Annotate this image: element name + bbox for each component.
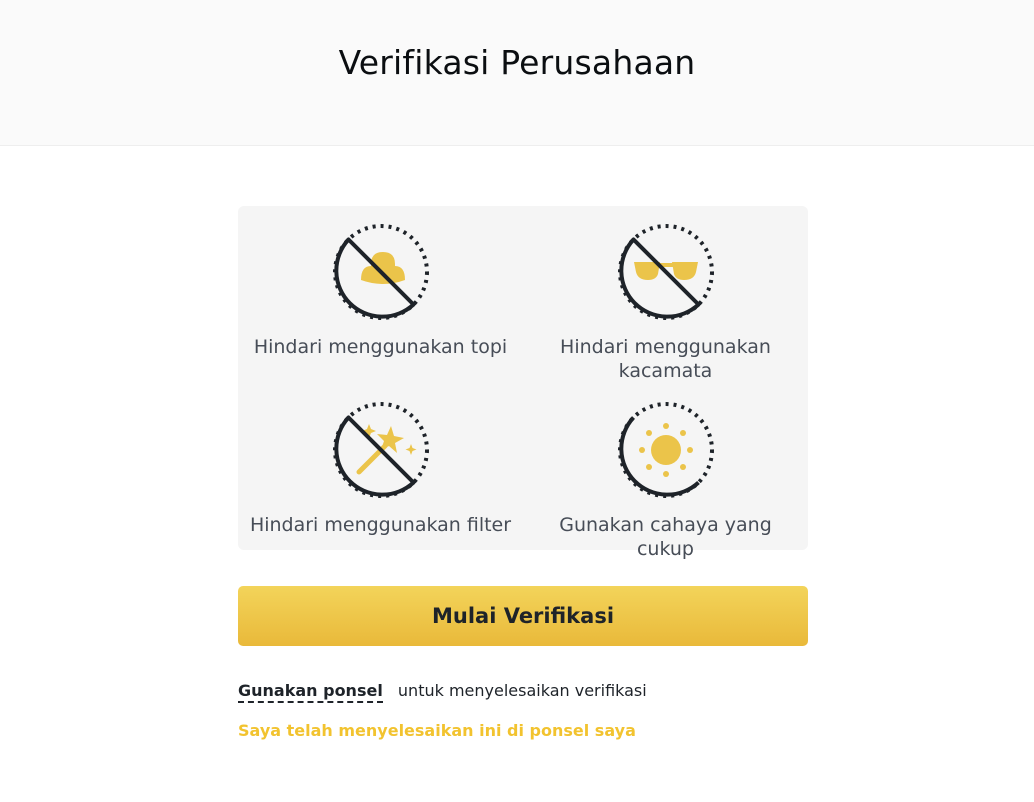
tip-no-hat: Hindari menggunakan topi	[238, 222, 523, 359]
sun-icon	[617, 402, 714, 498]
page-header: Verifikasi Perusahaan	[0, 0, 1034, 146]
tip-label: Hindari menggunakan kacamata	[560, 336, 771, 382]
tip-enough-light: Gunakan cahaya yang cukup	[523, 400, 808, 561]
start-verification-button[interactable]: Mulai Verifikasi	[238, 586, 808, 646]
tip-no-glasses: Hindari menggunakan kacamata	[523, 222, 808, 383]
tip-label: Hindari menggunakan filter	[249, 514, 512, 536]
use-phone-suffix: untuk menyelesaikan verifikasi	[397, 681, 647, 700]
tip-no-filter: Hindari menggunakan filter	[238, 400, 523, 537]
no-filter-icon	[332, 402, 429, 498]
tip-label: Gunakan cahaya yang cukup	[559, 514, 772, 560]
tips-panel: Hindari menggunakan topi Hindari menggun…	[238, 206, 808, 560]
no-glasses-icon	[617, 224, 714, 320]
no-hat-icon	[332, 224, 429, 320]
use-phone-link[interactable]: Gunakan ponsel	[238, 681, 383, 703]
tip-label: Hindari menggunakan topi	[253, 336, 508, 358]
page-title: Verifikasi Perusahaan	[338, 43, 696, 82]
use-phone-line: Gunakan ponsel untuk menyelesaikan verif…	[238, 681, 647, 703]
completed-on-phone-link[interactable]: Saya telah menyelesaikan ini di ponsel s…	[238, 721, 636, 740]
